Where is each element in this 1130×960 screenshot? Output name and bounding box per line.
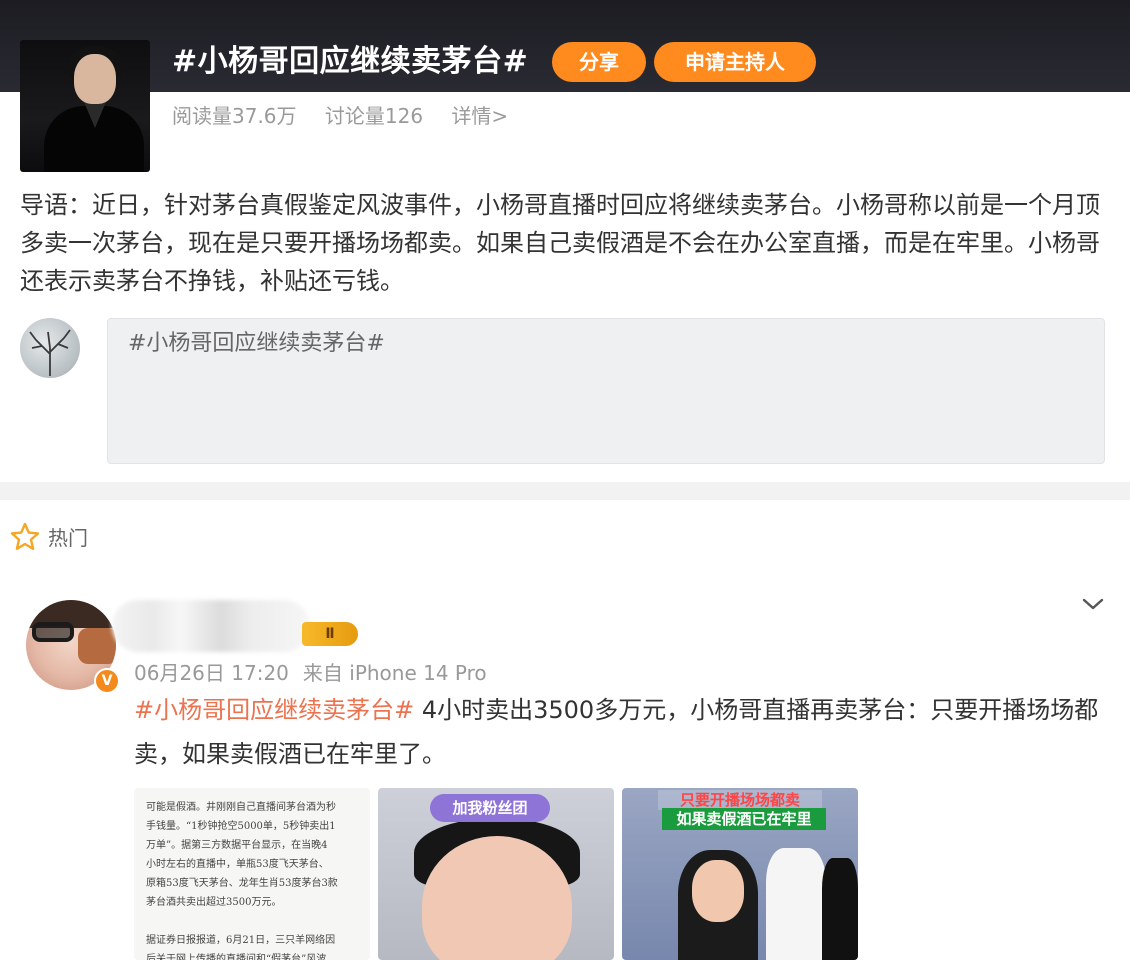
post-body: #小杨哥回应继续卖茅台# 4小时卖出3500多万元，小杨哥直播再卖茅台：只要开播… — [134, 688, 1110, 776]
post-image-caption[interactable]: 只要开播场场都卖 如果卖假酒已在牢里 — [622, 788, 858, 960]
star-outline-icon — [10, 522, 40, 550]
post-composer-input[interactable]: #小杨哥回应继续卖茅台# — [107, 318, 1105, 464]
topic-cover-image — [20, 40, 150, 172]
post-source: 来自 iPhone 14 Pro — [302, 661, 487, 685]
article-line: 茅台酒共卖出超过3500万元。 — [146, 897, 282, 908]
image-caption-top: 只要开播场场都卖 — [658, 790, 822, 810]
person-face — [692, 860, 744, 922]
fan-club-sign: 加我粉丝团 — [430, 794, 550, 822]
chevron-down-icon[interactable] — [1080, 594, 1106, 614]
avatar-hand — [78, 628, 116, 664]
apply-host-button[interactable]: 申请主持人 — [654, 42, 816, 82]
topic-title: #小杨哥回应继续卖茅台# — [172, 44, 529, 79]
article-line: 可能是假酒。井刚刚自己直播间茅台酒为秒 — [146, 802, 336, 813]
person-figure — [822, 858, 858, 960]
user-avatar[interactable] — [20, 318, 80, 378]
post-image-article[interactable]: 可能是假酒。井刚刚自己直播间茅台酒为秒 手钱量。“1秒钟抢空5000单，5秒钟卖… — [134, 788, 370, 960]
topic-stats: 阅读量37.6万 讨论量126 详情> — [172, 102, 530, 130]
article-line — [146, 912, 358, 931]
avatar-tree-graphic — [29, 329, 71, 376]
share-button[interactable]: 分享 — [552, 42, 646, 82]
avatar-glasses — [32, 622, 74, 642]
read-count: 阅读量37.6万 — [172, 104, 297, 128]
article-line: 手钱量。“1秒钟抢空5000单，5秒钟卖出1 — [146, 821, 336, 832]
hot-tab-label[interactable]: 热门 — [48, 524, 88, 552]
person-figure — [766, 848, 826, 960]
post-image-livestream[interactable]: 加我粉丝团 — [378, 788, 614, 960]
post-timestamp: 06月26日 17:20 — [134, 661, 289, 685]
discussion-count: 讨论量126 — [324, 104, 424, 128]
verified-badge-icon: V — [94, 668, 120, 694]
cover-figure-head — [74, 54, 116, 104]
post-meta: 06月26日 17:20 来自 iPhone 14 Pro — [134, 658, 501, 688]
composer-prefill-text: #小杨哥回应继续卖茅台# — [128, 331, 385, 356]
section-divider — [0, 482, 1130, 500]
article-line: 据证券日报报道，6月21日，三只羊网络因 — [146, 935, 336, 946]
article-line: 原箱53度飞天茅台、龙年生肖53度茅台3款 — [146, 878, 338, 889]
article-line: 小时左右的直播中，单瓶53度飞天茅台、 — [146, 859, 329, 870]
post-hashtag-link[interactable]: #小杨哥回应继续卖茅台# — [134, 696, 414, 724]
article-line: 万单”。据第三方数据平台显示，在当晚4 — [146, 840, 328, 851]
details-link[interactable]: 详情> — [451, 104, 508, 128]
user-level-badge: Ⅱ — [302, 622, 358, 646]
article-line: 后关于网上传播的直播间和“假茅台”风波 — [146, 954, 327, 960]
author-name-blurred[interactable] — [112, 600, 310, 652]
image-caption-main: 如果卖假酒已在牢里 — [662, 808, 826, 830]
topic-intro: 导语：近日，针对茅台真假鉴定风波事件，小杨哥直播时回应将继续卖茅台。小杨哥称以前… — [20, 191, 1100, 295]
